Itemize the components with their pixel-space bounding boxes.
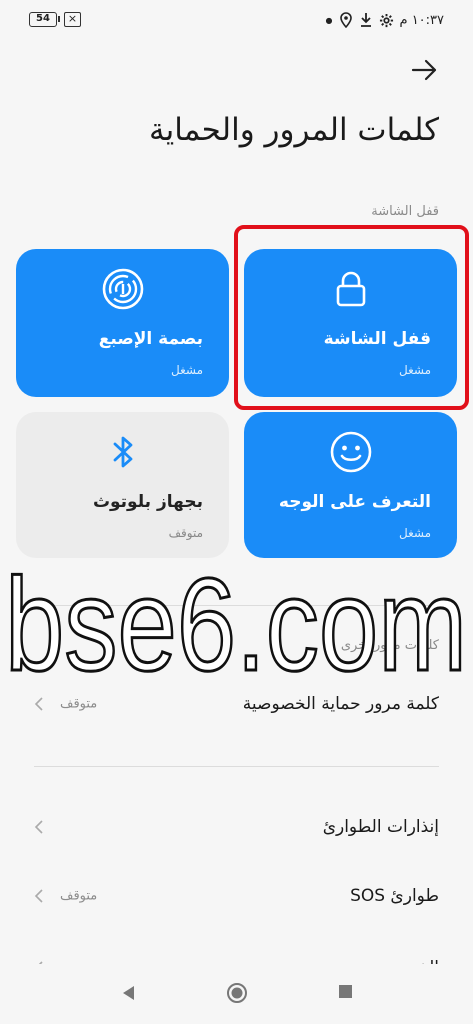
- watermark-text: bse6.com: [5, 551, 467, 692]
- watermark: bse6.com: [4, 550, 469, 693]
- download-icon: [360, 13, 371, 27]
- no-sim-icon: ×: [64, 12, 81, 27]
- status-time: ١٠:٣٧ م: [399, 12, 445, 28]
- dot-icon: ●: [325, 15, 333, 25]
- tile-bluetooth-unlock[interactable]: بجهاز بلوتوث متوقف: [16, 412, 229, 558]
- row-sos[interactable]: طوارئ SOS متوقف: [0, 866, 473, 926]
- location-pin-icon: [339, 12, 352, 28]
- bluetooth-icon: [113, 436, 132, 468]
- navigation-bar: [0, 964, 473, 1024]
- chevron-left-icon: [34, 889, 43, 903]
- tile-face-recognition[interactable]: التعرف على الوجه مشغل: [244, 412, 457, 558]
- row-title: إنذارات الطوارئ: [322, 817, 439, 837]
- face-icon: [330, 431, 371, 473]
- row-emergency-alerts[interactable]: إنذارات الطوارئ: [0, 797, 473, 857]
- recents-nav-icon[interactable]: [338, 984, 353, 999]
- row-value: متوقف: [60, 696, 98, 712]
- divider: [34, 766, 439, 767]
- chevron-left-icon: [34, 820, 43, 834]
- tile-label: بصمة الإصبع: [98, 329, 203, 349]
- tile-status: مشغل: [398, 526, 431, 540]
- gear-icon: [379, 13, 393, 27]
- row-title: كلمة مرور حماية الخصوصية: [242, 694, 439, 714]
- back-button[interactable]: [407, 52, 443, 88]
- tile-status: متوقف: [168, 526, 203, 540]
- chevron-left-icon: [34, 697, 43, 711]
- status-bar: 54 × ● ١٠:٣٧ م: [0, 0, 473, 40]
- highlight-box: [234, 225, 469, 410]
- tile-label: التعرف على الوجه: [278, 492, 431, 512]
- row-title: طوارئ SOS: [350, 886, 439, 906]
- status-right-group: ● ١٠:٣٧ م: [326, 8, 444, 32]
- arrow-right-icon: [411, 59, 437, 81]
- row-value: متوقف: [60, 888, 98, 904]
- home-nav-icon[interactable]: [226, 982, 248, 1004]
- section-header-screen-lock: قفل الشاشة: [371, 204, 439, 219]
- tile-status: مشغل: [170, 363, 203, 377]
- tile-label: بجهاز بلوتوث: [92, 492, 203, 512]
- tile-fingerprint[interactable]: بصمة الإصبع مشغل: [16, 249, 229, 397]
- page-title: كلمات المرور والحماية: [149, 112, 439, 148]
- battery-indicator: 54: [29, 12, 60, 27]
- back-nav-icon[interactable]: [120, 984, 136, 1002]
- fingerprint-icon: [102, 268, 143, 310]
